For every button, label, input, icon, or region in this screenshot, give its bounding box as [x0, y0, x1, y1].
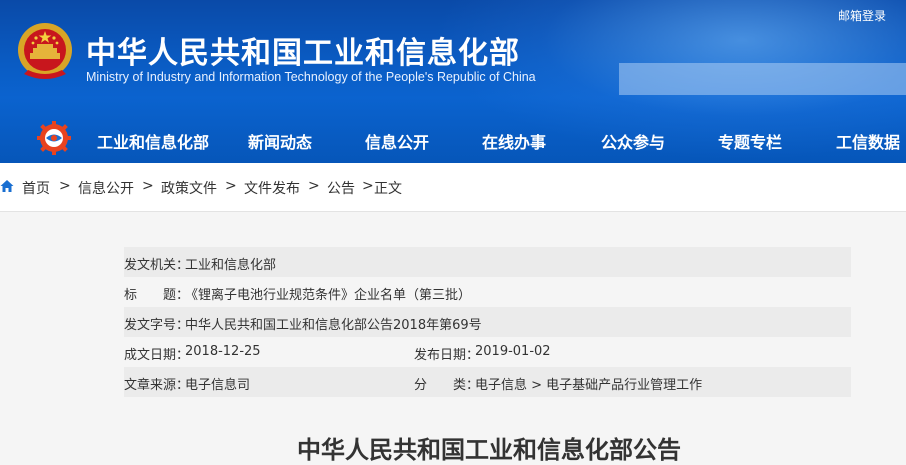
nav-item-news[interactable]: 新闻动态	[248, 129, 312, 153]
created-date-value: 2018-12-25	[185, 344, 261, 359]
breadcrumb-info-disclosure[interactable]: 信息公开	[78, 178, 134, 198]
gear-globe-logo-icon[interactable]	[37, 121, 71, 155]
meta-row-title: 标 题： 《锂离子电池行业规范条件》企业名单（第三批）	[124, 277, 851, 307]
breadcrumb-announcement[interactable]: 公告	[327, 178, 355, 198]
breadcrumb-separator: >	[308, 178, 320, 194]
nav-item-miit[interactable]: 工业和信息化部	[97, 129, 209, 153]
title-label: 标 题：	[124, 288, 190, 303]
doc-number-label: 发文字号：	[124, 318, 190, 333]
nav-item-data[interactable]: 工信数据	[836, 129, 900, 153]
category-value: 电子信息 > 电子基础产品行业管理工作	[475, 378, 703, 393]
breadcrumb-separator: >	[362, 178, 374, 194]
breadcrumb-doc-release[interactable]: 文件发布	[244, 178, 300, 198]
breadcrumb-home[interactable]: 首页	[22, 178, 50, 198]
meta-row-issuer: 发文机关： 工业和信息化部	[124, 247, 851, 277]
created-date-label: 成文日期：	[124, 348, 190, 363]
nav-item-public-participation[interactable]: 公众参与	[601, 129, 665, 153]
doc-number-value: 中华人民共和国工业和信息化部公告2018年第69号	[185, 318, 482, 333]
source-value: 电子信息司	[185, 378, 251, 393]
published-date-label: 发布日期：	[414, 348, 480, 363]
site-header: 中华人民共和国工业和信息化部 Ministry of Industry and …	[0, 0, 906, 163]
document-heading: 中华人民共和国工业和信息化部公告	[297, 436, 681, 464]
site-title: 中华人民共和国工业和信息化部	[86, 36, 520, 71]
breadcrumb-current: 正文	[374, 181, 402, 197]
issuer-value: 工业和信息化部	[185, 258, 277, 273]
published-date-value: 2019-01-02	[475, 344, 551, 359]
meta-row-doc-number: 发文字号： 中华人民共和国工业和信息化部公告2018年第69号	[124, 307, 851, 337]
title-value: 《锂离子电池行业规范条件》企业名单（第三批）	[185, 288, 472, 303]
breadcrumb-separator: >	[59, 178, 71, 194]
nav-item-special-topics[interactable]: 专题专栏	[718, 129, 782, 153]
issuer-label: 发文机关：	[124, 258, 190, 273]
national-emblem-icon[interactable]	[14, 20, 76, 84]
breadcrumb-separator: >	[225, 178, 237, 194]
meta-row-source: 文章来源： 电子信息司 分 类： 电子信息 > 电子基础产品行业管理工作	[124, 367, 851, 397]
meta-row-dates: 成文日期： 2018-12-25 发布日期： 2019-01-02	[124, 337, 851, 367]
breadcrumb-separator: >	[142, 178, 154, 194]
home-icon[interactable]	[0, 179, 14, 193]
category-label: 分 类：	[414, 378, 480, 393]
breadcrumb: 首页 > 信息公开 > 政策文件 > 文件发布 > 公告 > 正文	[0, 163, 906, 212]
mail-login-link[interactable]: 邮箱登录	[838, 7, 886, 24]
nav-item-info-disclosure[interactable]: 信息公开	[365, 129, 429, 153]
document-meta-table: 发文机关： 工业和信息化部 标 题： 《锂离子电池行业规范条件》企业名单（第三批…	[124, 247, 851, 397]
source-label: 文章来源：	[124, 378, 190, 393]
search-input[interactable]	[619, 63, 906, 95]
site-subtitle: Ministry of Industry and Information Tec…	[86, 70, 536, 84]
main-nav: 工业和信息化部 新闻动态 信息公开 在线办事 公众参与 专题专栏 工信数据	[0, 121, 906, 163]
breadcrumb-policy-docs[interactable]: 政策文件	[161, 178, 217, 198]
nav-item-online-services[interactable]: 在线办事	[482, 129, 546, 153]
